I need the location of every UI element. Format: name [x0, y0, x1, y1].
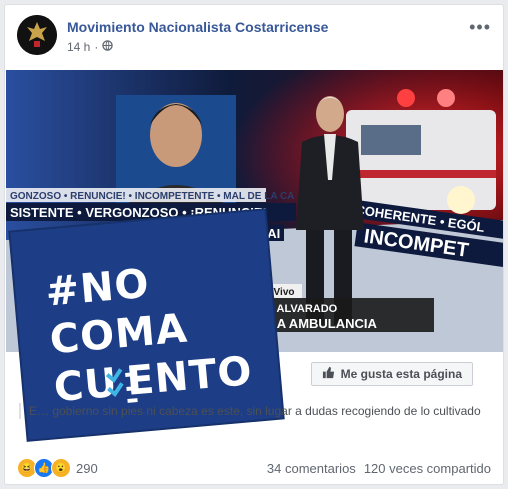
caption-line-2: UNA AMBULANCIA	[258, 316, 378, 331]
globe-icon	[102, 40, 114, 54]
like-page-button[interactable]: Me gusta esta página	[310, 362, 473, 386]
badge-line-1: #NO	[43, 260, 152, 316]
post-text: E… gobierno sin pies ni cabeza es este, …	[19, 403, 489, 419]
page-name-link[interactable]: Movimiento Nacionalista Costarricense	[67, 19, 328, 35]
reactions-summary[interactable]: 😆 👍 😮 290	[17, 458, 98, 478]
engagement-counts: 34 comentarios 120 veces compartido	[267, 461, 491, 476]
post-meta: 14 h ·	[67, 40, 114, 54]
thumbs-up-icon	[322, 366, 335, 382]
like-page-label: Me gusta esta página	[340, 367, 462, 381]
post-card: Movimiento Nacionalista Costarricense 14…	[4, 4, 504, 485]
comments-count-link[interactable]: 34 comentarios	[267, 461, 356, 476]
more-options-icon[interactable]: •••	[469, 17, 491, 38]
separator-dot: ·	[94, 40, 99, 54]
post-time[interactable]: 14 h	[67, 40, 90, 54]
post-header: Movimiento Nacionalista Costarricense 14…	[17, 15, 491, 61]
page-avatar[interactable]	[17, 15, 57, 55]
post-footer: 😆 👍 😮 290 34 comentarios 120 veces compa…	[17, 455, 491, 481]
reaction-count: 290	[76, 460, 98, 476]
checkmark-list-icon	[105, 368, 138, 403]
ticker-top: GONZOSO • RENUNCIE! • INCOMPETENTE • MAL…	[10, 191, 294, 202]
shares-count-link[interactable]: 120 veces compartido	[364, 461, 491, 476]
wow-reaction-icon: 😮	[51, 458, 71, 478]
